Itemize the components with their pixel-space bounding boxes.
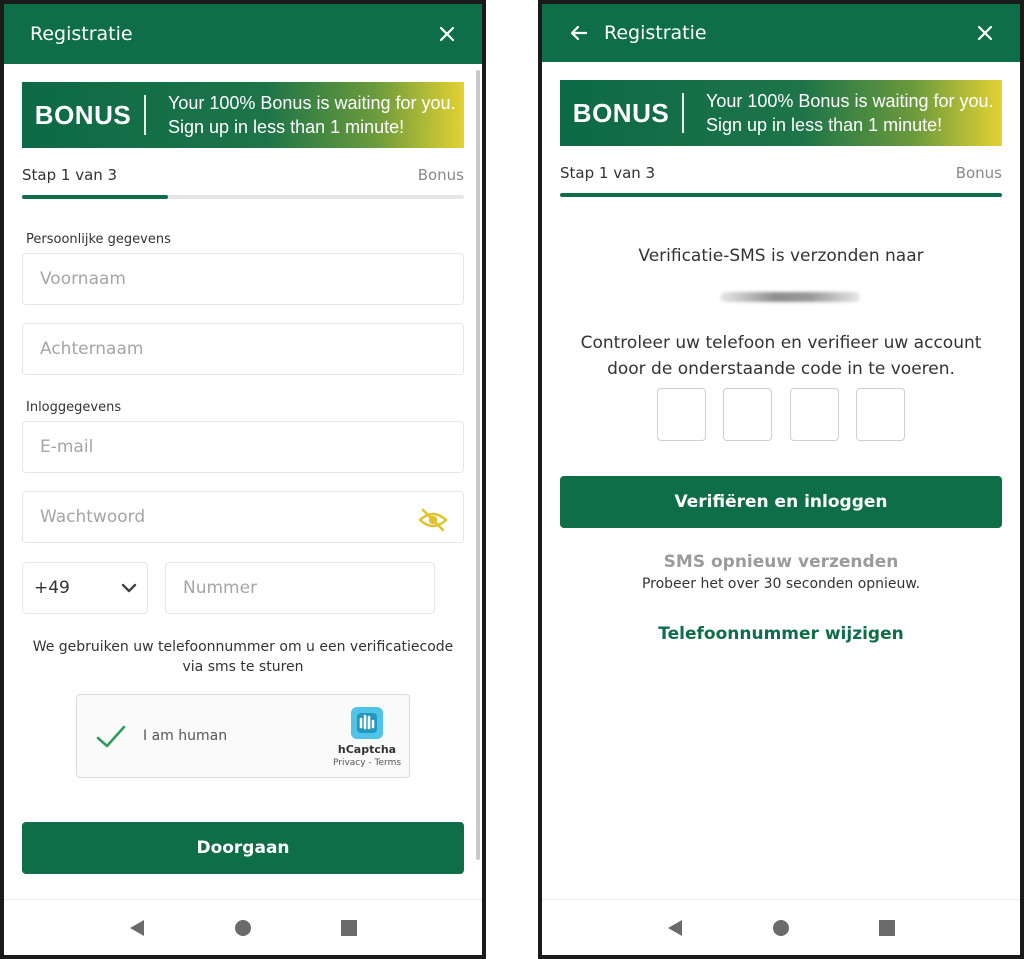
banner-divider	[682, 93, 684, 133]
step-bonus-label: Bonus	[955, 164, 1002, 182]
triangle-back-icon	[130, 919, 144, 936]
step-indicator: Stap 1 van 3 Bonus	[22, 166, 464, 184]
verify-login-button[interactable]: Verifiëren en inloggen	[560, 476, 1002, 528]
banner-line-2: Sign up in less than 1 minute!	[168, 117, 405, 137]
continue-button[interactable]: Doorgaan	[22, 822, 464, 874]
nav-home-button[interactable]	[770, 917, 792, 939]
back-button[interactable]	[568, 22, 590, 44]
close-icon[interactable]	[974, 22, 996, 44]
registration-form-screen: Registratie BONUS Your 100% Bonus is wai…	[0, 0, 486, 959]
step-progress-fill	[22, 195, 168, 199]
step-progress-bar	[22, 195, 464, 199]
banner-divider	[144, 95, 146, 135]
scrollbar[interactable]	[476, 70, 480, 860]
country-code-select[interactable]: +49	[22, 562, 148, 614]
android-nav-bar	[4, 899, 482, 955]
chevron-down-icon	[121, 583, 137, 593]
close-icon[interactable]	[436, 23, 458, 45]
sms-sent-text: Verificatie-SMS is verzonden naar	[638, 246, 924, 266]
step-label: Stap 1 van 3	[560, 164, 656, 182]
hcaptcha-widget: I am human hCaptcha Privacy - Terms	[76, 694, 410, 778]
nav-recents-button[interactable]	[876, 917, 898, 939]
code-digit-1[interactable]	[657, 388, 706, 441]
bonus-banner[interactable]: BONUS Your 100% Bonus is waiting for you…	[22, 82, 464, 148]
bonus-banner[interactable]: BONUS Your 100% Bonus is waiting for you…	[560, 80, 1002, 146]
circle-home-icon	[235, 919, 251, 936]
square-recents-icon	[879, 919, 895, 936]
change-phone-link[interactable]: Telefoonnummer wijzigen	[560, 624, 1002, 644]
bonus-logo: BONUS	[34, 99, 132, 130]
code-digit-3[interactable]	[790, 388, 839, 441]
country-code-value: +49	[34, 578, 70, 598]
banner-text: Your 100% Bonus is waiting for you. Sign…	[706, 89, 994, 137]
square-recents-icon	[341, 919, 357, 936]
retry-countdown-text: Probeer het over 30 seconden opnieuw.	[641, 576, 921, 592]
section-login-label: Inloggegevens	[26, 400, 122, 415]
masked-phone-number	[720, 292, 860, 302]
header-title: Registratie	[604, 22, 707, 44]
banner-text: Your 100% Bonus is waiting for you. Sign…	[168, 91, 456, 139]
step-label: Stap 1 van 3	[22, 166, 118, 184]
banner-line-1: Your 100% Bonus is waiting for you.	[168, 93, 456, 113]
captcha-privacy-terms-link[interactable]: Privacy - Terms	[317, 758, 417, 768]
first-name-input[interactable]	[22, 253, 464, 305]
triangle-back-icon	[668, 919, 682, 936]
code-digit-4[interactable]	[856, 388, 905, 441]
captcha-brand: hCaptcha	[337, 743, 397, 756]
phone-info-text: We gebruiken uw telefoonnummer om u een …	[32, 639, 454, 675]
step-progress-fill	[560, 193, 1002, 197]
hcaptcha-logo-icon	[351, 707, 383, 739]
code-digit-2[interactable]	[723, 388, 772, 441]
banner-line-2: Sign up in less than 1 minute!	[706, 115, 943, 135]
sms-verification-screen: Registratie BONUS Your 100% Bonus is wai…	[538, 0, 1024, 959]
section-personal-label: Persoonlijke gegevens	[26, 232, 171, 247]
circle-home-icon	[773, 919, 789, 936]
header-title: Registratie	[30, 23, 133, 45]
eye-off-icon[interactable]	[418, 506, 448, 534]
checkmark-icon[interactable]	[95, 723, 127, 751]
password-input[interactable]	[22, 491, 464, 543]
step-progress-bar	[560, 193, 1002, 197]
step-indicator: Stap 1 van 3 Bonus	[560, 164, 1002, 182]
app-header: Registratie	[4, 4, 482, 64]
nav-recents-button[interactable]	[338, 917, 360, 939]
captcha-label: I am human	[143, 728, 228, 744]
step-bonus-label: Bonus	[417, 166, 464, 184]
app-header: Registratie	[542, 4, 1020, 62]
verification-instructions: Controleer uw telefoon en verifieer uw a…	[580, 333, 982, 379]
phone-number-input[interactable]	[165, 562, 435, 614]
last-name-input[interactable]	[22, 323, 464, 375]
nav-back-button[interactable]	[126, 917, 148, 939]
resend-sms-link[interactable]: SMS opnieuw verzenden	[560, 552, 1002, 572]
arrow-left-icon	[570, 25, 588, 41]
nav-home-button[interactable]	[232, 917, 254, 939]
nav-back-button[interactable]	[664, 917, 686, 939]
email-input[interactable]	[22, 421, 464, 473]
banner-line-1: Your 100% Bonus is waiting for you.	[706, 91, 994, 111]
bonus-logo: BONUS	[572, 97, 670, 128]
android-nav-bar	[542, 899, 1020, 955]
